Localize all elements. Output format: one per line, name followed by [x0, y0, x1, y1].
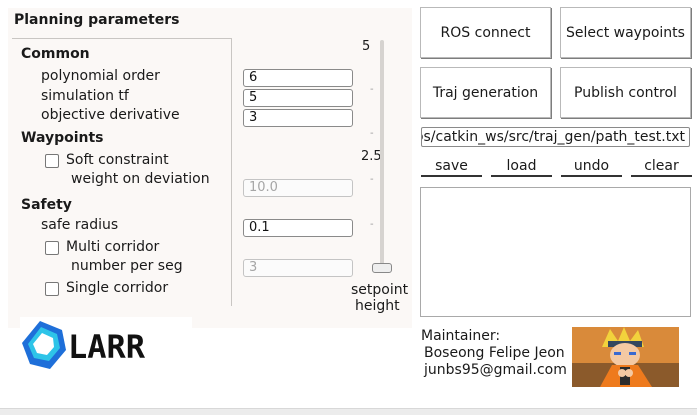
slider-handle[interactable]: [372, 263, 392, 273]
maintainer-name: Boseong Felipe Jeon: [424, 345, 565, 361]
weight-on-deviation-label: weight on deviation: [71, 171, 210, 187]
path-file-input[interactable]: /home/jbs/catkin_ws/src/traj_gen/path_te…: [421, 127, 690, 147]
simulation-tf-label: simulation tf: [41, 88, 129, 104]
slider-max-label: 5: [362, 39, 371, 54]
undo-button[interactable]: undo: [561, 157, 622, 177]
slider-caption-height: height: [355, 298, 400, 314]
slider-tick: -: [370, 128, 374, 139]
slider-tick: -: [370, 84, 374, 95]
slider-tick: -: [370, 219, 374, 230]
maintainer-label: Maintainer:: [421, 328, 501, 344]
weight-on-deviation-field[interactable]: 10.0: [243, 179, 353, 197]
larr-logo: LARR: [20, 317, 192, 375]
save-button[interactable]: save: [421, 157, 482, 177]
slider-mid-label: 2.5: [361, 149, 382, 164]
log-text-area[interactable]: [420, 187, 691, 317]
objective-derivative-field[interactable]: 3: [243, 109, 353, 127]
number-per-seg-label: number per seg: [71, 258, 183, 274]
soft-constraint-label: Soft constraint: [66, 152, 169, 168]
number-per-seg-field[interactable]: 3: [243, 259, 353, 277]
polynomial-order-label: polynomial order: [41, 68, 160, 84]
slider-tick: -: [370, 174, 374, 185]
multi-corridor-label: Multi corridor: [66, 239, 160, 255]
objective-derivative-label: objective derivative: [41, 107, 180, 123]
maintainer-email: junbs95@gmail.com: [424, 362, 567, 378]
multi-corridor-checkbox[interactable]: [45, 241, 59, 255]
traj-generation-button[interactable]: Traj generation: [420, 67, 551, 118]
waypoints-header: Waypoints: [21, 130, 104, 146]
ros-connect-button[interactable]: ROS connect: [420, 7, 551, 58]
safe-radius-label: safe radius: [41, 217, 119, 233]
panel-title: Planning parameters: [14, 12, 180, 28]
safe-radius-field[interactable]: 0.1: [243, 219, 353, 237]
polynomial-order-field[interactable]: 6: [243, 69, 353, 87]
single-corridor-checkbox[interactable]: [45, 282, 59, 296]
path-file-text: /home/jbs/catkin_ws/src/traj_gen/path_te…: [422, 129, 685, 145]
setpoint-height-slider[interactable]: [380, 40, 384, 272]
anime-character-avatar-icon: [572, 327, 679, 387]
logo-text: LARR: [68, 328, 146, 366]
single-corridor-label: Single corridor: [66, 280, 169, 296]
safety-header: Safety: [21, 197, 72, 213]
clear-button[interactable]: clear: [631, 157, 692, 177]
simulation-tf-field[interactable]: 5: [243, 89, 353, 107]
load-button[interactable]: load: [491, 157, 552, 177]
soft-constraint-checkbox[interactable]: [45, 154, 59, 168]
larr-logo-icon: LARR: [22, 321, 146, 369]
slider-caption-setpoint: setpoint: [351, 282, 409, 298]
common-header: Common: [21, 46, 90, 62]
select-waypoints-button[interactable]: Select waypoints: [560, 7, 691, 58]
publish-control-button[interactable]: Publish control: [560, 67, 691, 118]
status-bar: [0, 408, 697, 415]
